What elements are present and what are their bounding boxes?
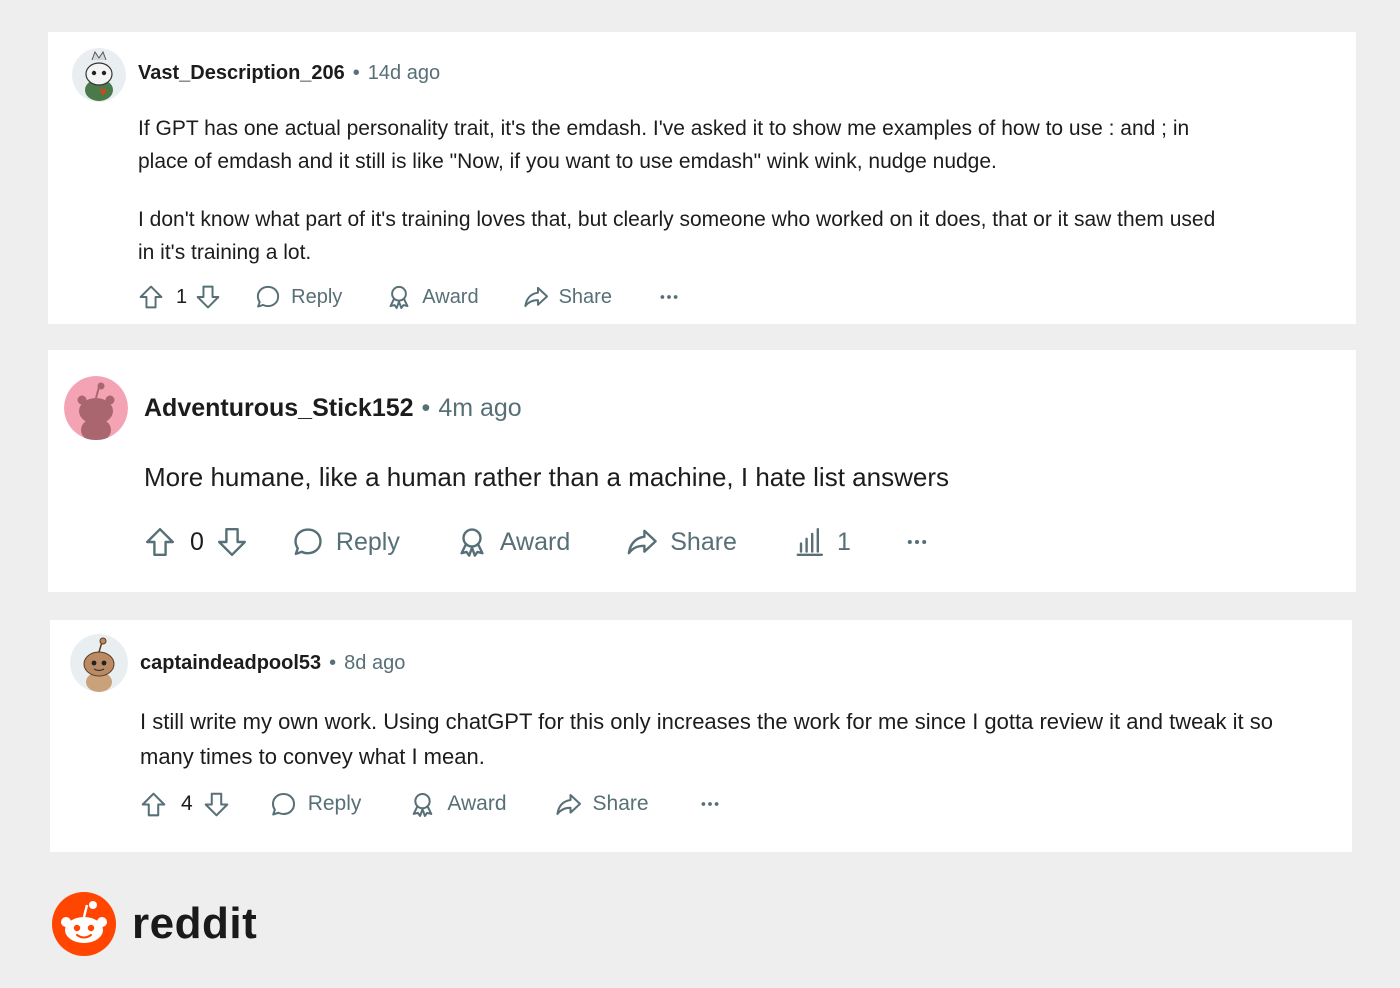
downvote-icon (203, 791, 230, 818)
more-icon (699, 793, 721, 815)
user-avatar[interactable] (70, 634, 128, 692)
vote-count: 0 (190, 527, 204, 556)
snoo-avatar-icon (64, 376, 128, 440)
timestamp[interactable]: 8d ago (344, 652, 405, 675)
reply-button[interactable]: Reply (292, 526, 400, 558)
downvote-button[interactable] (203, 791, 230, 818)
upvote-icon (138, 284, 164, 310)
meta-separator: • (329, 652, 337, 674)
upvote-icon (140, 791, 167, 818)
more-icon (658, 286, 680, 308)
snoo-avatar-icon (72, 48, 126, 102)
timestamp[interactable]: 14d ago (368, 62, 440, 85)
reply-label: Reply (307, 792, 362, 815)
comment-header: captaindeadpool53 • 8d ago (140, 652, 405, 675)
downvote-button[interactable] (195, 284, 221, 310)
more-options-button[interactable] (658, 286, 680, 308)
share-label: Share (558, 285, 612, 308)
reply-icon (292, 526, 324, 558)
reply-button[interactable]: Reply (270, 791, 362, 818)
username-link[interactable]: Adventurous_Stick152 (144, 394, 414, 423)
comment-header: Vast_Description_206 • 14d ago (138, 62, 440, 85)
meta-separator: • (421, 394, 431, 422)
award-icon (409, 791, 436, 818)
reply-icon (255, 284, 281, 310)
award-button[interactable]: Award (456, 526, 570, 558)
vote-count: 4 (181, 792, 193, 815)
share-label: Share (670, 527, 737, 556)
downvote-icon (216, 526, 248, 558)
reply-icon (270, 791, 297, 818)
share-label: Share (592, 792, 649, 815)
username-link[interactable]: Vast_Description_206 (138, 62, 345, 85)
reply-label: Reply (291, 285, 343, 308)
comment-header: Adventurous_Stick152 • 4m ago (144, 394, 522, 423)
share-icon (626, 526, 658, 558)
award-button[interactable]: Award (386, 284, 479, 310)
share-button[interactable]: Share (626, 526, 737, 558)
comment-card: Adventurous_Stick152 • 4m ago More human… (48, 350, 1356, 592)
award-button[interactable]: Award (409, 791, 507, 818)
username-link[interactable]: captaindeadpool53 (140, 652, 321, 675)
reddit-brand: reddit (52, 892, 257, 956)
upvote-button[interactable] (138, 284, 164, 310)
timestamp[interactable]: 4m ago (438, 394, 521, 423)
downvote-button[interactable] (216, 526, 248, 558)
more-options-button[interactable] (905, 530, 929, 554)
comment-card: captaindeadpool53 • 8d ago I still write… (50, 620, 1352, 852)
meta-separator: • (352, 62, 360, 84)
award-label: Award (422, 285, 479, 308)
share-icon (555, 791, 582, 818)
award-icon (456, 526, 488, 558)
comment-paragraph: I don't know what part of it's training … (138, 208, 1216, 264)
upvote-button[interactable] (140, 791, 167, 818)
action-bar: 4 Reply Award Share (140, 789, 721, 819)
action-bar: 1 Reply Award Share (138, 282, 680, 312)
award-icon (386, 284, 412, 310)
snoo-avatar-icon (70, 634, 128, 692)
insights-count: 1 (836, 527, 851, 556)
comment-paragraph: I still write my own work. Using chatGPT… (140, 709, 1274, 769)
share-button[interactable]: Share (555, 791, 649, 818)
comment-paragraph: More humane, like a human rather than a … (144, 462, 949, 492)
comment-card: Vast_Description_206 • 14d ago If GPT ha… (48, 32, 1356, 324)
reply-label: Reply (335, 527, 400, 556)
award-label: Award (499, 527, 571, 556)
reddit-wordmark: reddit (132, 899, 258, 948)
reddit-logo-icon (52, 892, 116, 956)
upvote-button[interactable] (144, 526, 176, 558)
more-options-button[interactable] (699, 793, 721, 815)
insights-icon (793, 526, 825, 558)
vote-count: 1 (176, 285, 188, 308)
share-icon (523, 284, 549, 310)
award-label: Award (447, 792, 507, 815)
comment-paragraph: If GPT has one actual personality trait,… (138, 117, 1190, 173)
share-button[interactable]: Share (523, 284, 612, 310)
insights-button[interactable]: 1 (793, 526, 851, 558)
upvote-icon (144, 526, 176, 558)
reply-button[interactable]: Reply (255, 284, 342, 310)
downvote-icon (195, 284, 221, 310)
comment-body: If GPT has one actual personality trait,… (138, 112, 1228, 269)
user-avatar[interactable] (64, 376, 128, 440)
action-bar: 0 Reply Award Share 1 (144, 524, 929, 560)
comment-body: I still write my own work. Using chatGPT… (140, 704, 1290, 774)
more-icon (905, 530, 929, 554)
user-avatar[interactable] (72, 48, 126, 102)
comment-body: More humane, like a human rather than a … (144, 464, 1294, 490)
